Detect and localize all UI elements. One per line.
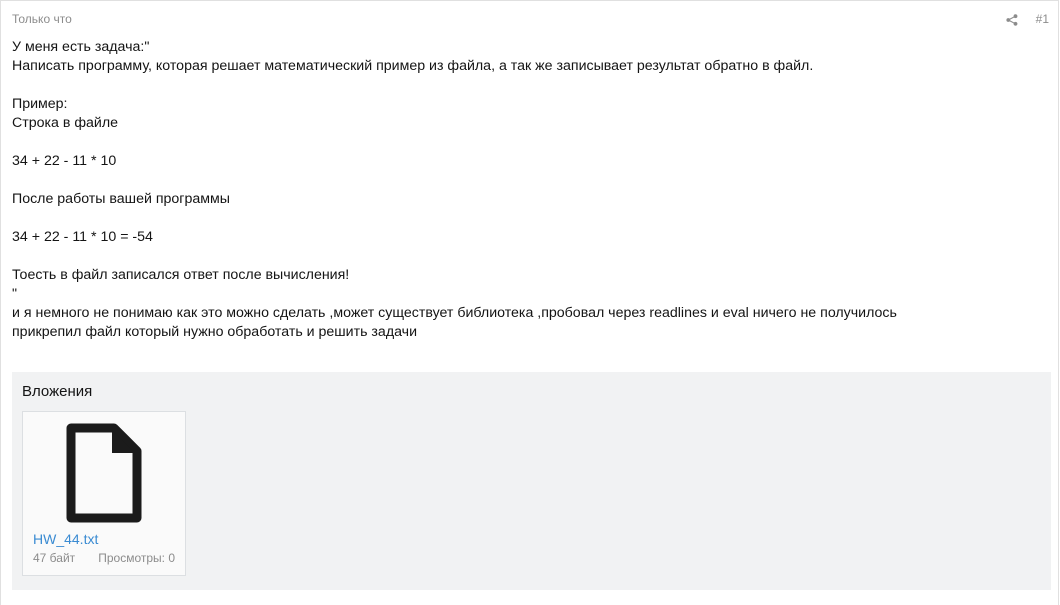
- post-body-line: Строка в файле: [12, 115, 119, 131]
- attachment-size: 47 байт: [33, 551, 76, 565]
- attachment-views: Просмотры: 0: [98, 551, 175, 565]
- post-header: Только что #1: [12, 11, 1049, 27]
- post-body-line: [12, 209, 1042, 228]
- post-body: У меня есть задача:" Написать программу,…: [12, 38, 1042, 342]
- attachment-card[interactable]: HW_44.txt 47 байт Просмотры: 0: [22, 411, 186, 576]
- post-body-line: ": [12, 286, 18, 302]
- post-body-line: [12, 247, 1042, 266]
- attachments-title: Вложения: [22, 383, 93, 400]
- post-time[interactable]: Только что: [12, 12, 72, 26]
- post-number-link[interactable]: #1: [1036, 12, 1049, 26]
- post-body-line: 34 + 22 - 11 * 10 = -54: [12, 229, 153, 245]
- file-icon[interactable]: [66, 423, 142, 523]
- post-body-line: и я немного не понимаю как это можно сде…: [12, 305, 897, 321]
- post-body-line: Написать программу, которая решает матем…: [12, 58, 814, 74]
- post: Только что #1 У меня есть задача:" Напис…: [0, 0, 1059, 605]
- share-icon[interactable]: [1006, 13, 1018, 26]
- post-body-line: [12, 171, 1042, 190]
- post-body-line: [12, 133, 1042, 152]
- post-actions: #1: [1006, 12, 1049, 26]
- post-body-line: прикрепил файл который нужно обработать …: [12, 324, 418, 340]
- post-body-line: После работы вашей программы: [12, 191, 230, 207]
- attachment-name-link[interactable]: HW_44.txt: [33, 531, 98, 547]
- post-body-line: У меня есть задача:": [12, 39, 150, 55]
- post-body-line: Пример:: [12, 96, 68, 112]
- post-body-line: Тоесть в файл записался ответ после вычи…: [12, 267, 350, 283]
- post-body-line: [12, 76, 1042, 95]
- attachments-block: Вложения HW_44.txt 47 байт Просмотры: 0: [12, 372, 1051, 590]
- post-body-line: 34 + 22 - 11 * 10: [12, 153, 117, 169]
